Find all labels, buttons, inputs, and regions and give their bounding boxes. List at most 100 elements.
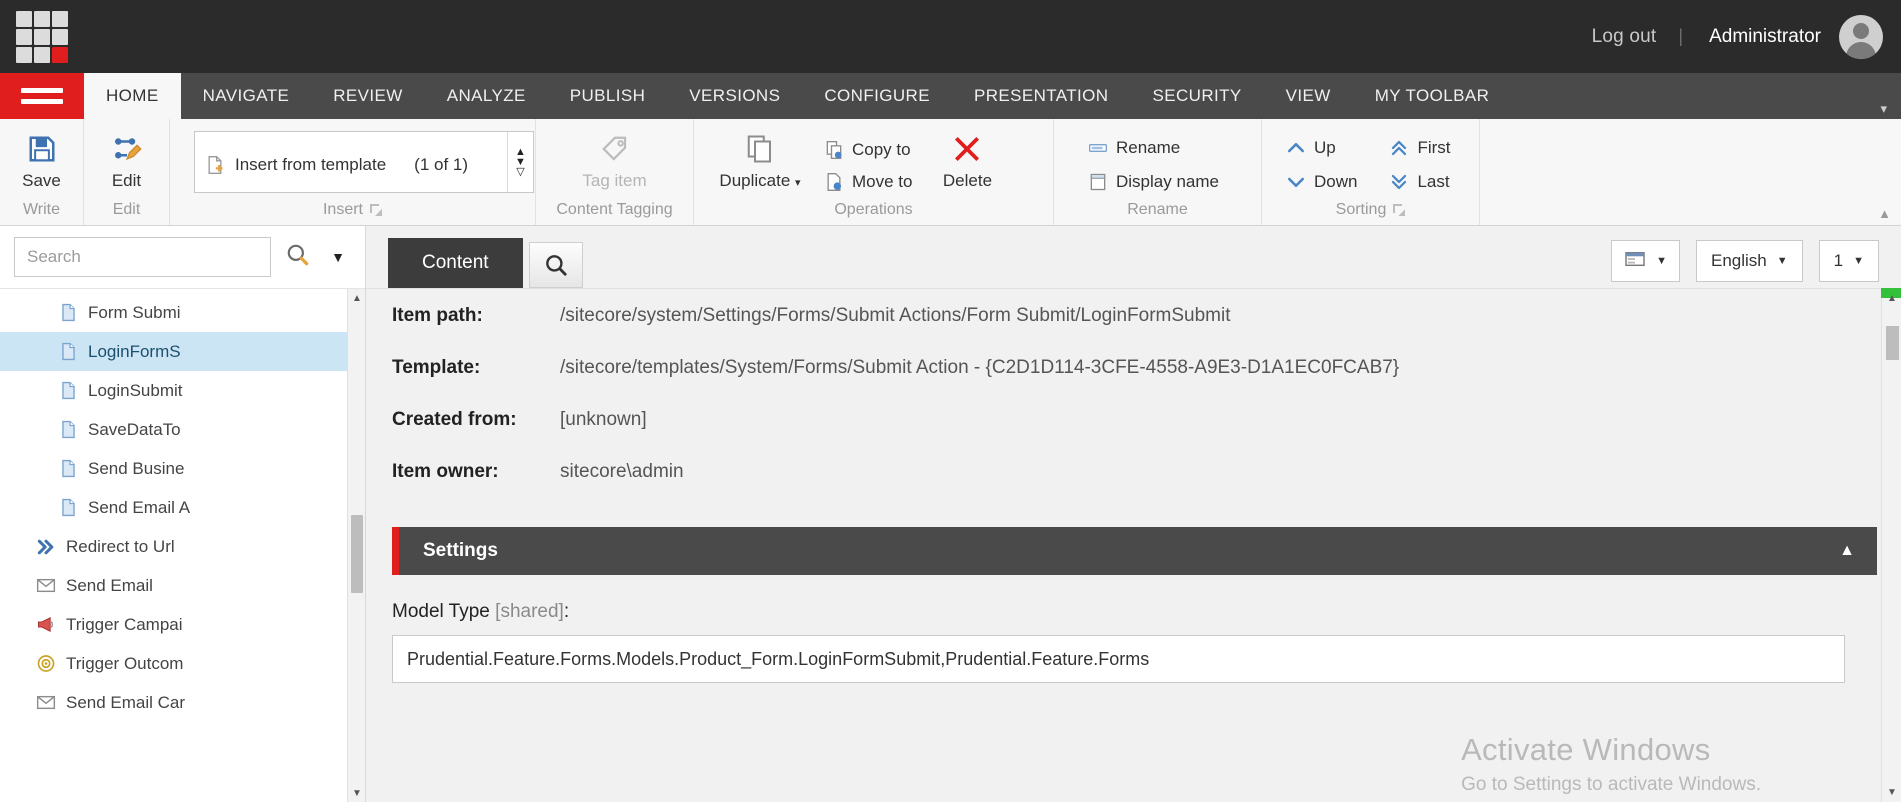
tab-review[interactable]: REVIEW <box>311 73 424 119</box>
search-options-chevron-down-icon[interactable]: ▼ <box>325 249 351 265</box>
sorting-dialog-launcher-icon[interactable] <box>1393 204 1405 216</box>
tag-item-button[interactable]: Tag item <box>572 129 656 195</box>
content-pane-scrollbar[interactable]: ▲ ▼ <box>1881 288 1901 802</box>
avatar[interactable] <box>1839 14 1883 59</box>
tree-item-trigger-campaign[interactable]: Trigger Campai <box>0 605 365 644</box>
settings-section-header[interactable]: Settings ▲ <box>392 527 1877 575</box>
logo-cell <box>34 46 50 63</box>
search-icon[interactable] <box>285 242 311 273</box>
model-type-colon: : <box>563 601 570 622</box>
tree-item-savedatato[interactable]: SaveDataTo <box>0 410 365 449</box>
sort-first-button[interactable]: First <box>1389 135 1458 161</box>
tree-item-send-email-car[interactable]: Send Email Car <box>0 683 365 722</box>
sort-first-label: First <box>1417 138 1451 157</box>
tab-versions[interactable]: VERSIONS <box>667 73 802 119</box>
sorting-group-label: Sorting <box>1262 201 1479 221</box>
logo-cell-accent <box>52 46 68 63</box>
tab-navigate[interactable]: NAVIGATE <box>181 73 312 119</box>
language-chevron-down-icon[interactable]: ▼ <box>1777 255 1788 267</box>
tree-item-send-email[interactable]: Send Email <box>0 566 365 605</box>
tree-scroll-up-icon[interactable]: ▲ <box>348 289 365 307</box>
document-icon <box>58 420 78 440</box>
copy-to-icon <box>824 140 844 160</box>
tab-content[interactable]: Content <box>388 238 523 288</box>
tag-item-label: Tag item <box>582 171 647 190</box>
field-value: sitecore\admin <box>560 461 684 482</box>
version-selector[interactable]: 1 ▼ <box>1818 240 1879 282</box>
sort-last-button[interactable]: Last <box>1389 169 1458 195</box>
tree-item-redirect-to-url[interactable]: Redirect to Url <box>0 527 365 566</box>
tree-scroll-thumb[interactable] <box>351 515 363 593</box>
document-icon <box>58 498 78 518</box>
insert-template-icon <box>205 155 225 175</box>
administrator-label[interactable]: Administrator <box>1687 26 1839 48</box>
insert-group-label: Insert <box>170 201 535 221</box>
insert-spinner[interactable]: ▲ ▼ ▽ <box>507 132 533 192</box>
tab-home[interactable]: HOME <box>84 73 181 119</box>
insert-from-template-row[interactable]: Insert from template (1 of 1) <box>195 132 507 192</box>
chevron-down-icon[interactable]: ▾ <box>1880 101 1887 117</box>
tree-item-loginformsubmit[interactable]: LoginFormS <box>0 332 365 371</box>
delete-button[interactable]: Delete <box>924 129 1010 195</box>
model-type-input[interactable] <box>392 635 1845 683</box>
tab-configure[interactable]: CONFIGURE <box>802 73 952 119</box>
duplicate-caret-icon[interactable]: ▾ <box>795 177 801 189</box>
view-selector-chevron-down-icon[interactable]: ▼ <box>1656 255 1667 267</box>
display-name-icon <box>1088 172 1108 192</box>
menu-icon[interactable] <box>0 73 84 119</box>
tree-search-bar: ▼ <box>0 226 365 288</box>
insert-from-template-control[interactable]: Insert from template (1 of 1) ▲ ▼ ▽ <box>194 131 534 193</box>
tag-icon <box>599 133 631 165</box>
save-button[interactable]: Save <box>10 129 74 195</box>
content-search-button[interactable] <box>528 242 583 288</box>
tree-item-send-business[interactable]: Send Busine <box>0 449 365 488</box>
pane-scroll-up-icon[interactable]: ▲ <box>1882 288 1901 308</box>
spinner-last-icon[interactable]: ▽ <box>516 166 524 177</box>
sitecore-logo[interactable] <box>16 10 68 63</box>
tab-my-toolbar[interactable]: MY TOOLBAR <box>1353 73 1512 119</box>
duplicate-button[interactable]: Duplicate ▾ <box>708 129 812 195</box>
field-value: /sitecore/templates/System/Forms/Submit … <box>560 357 1400 378</box>
rename-label: Rename <box>1116 138 1181 157</box>
tree-scrollbar[interactable]: ▲ ▼ <box>347 289 365 802</box>
double-chevron-down-icon <box>1389 172 1409 192</box>
logout-link[interactable]: Log out <box>1574 26 1675 48</box>
tree-item-label: SaveDataTo <box>88 419 181 439</box>
edit-button[interactable]: Edit <box>95 129 159 195</box>
rename-button[interactable]: Rename <box>1080 135 1188 161</box>
campaign-icon <box>36 615 56 635</box>
copy-to-button[interactable]: Copy to <box>816 137 920 163</box>
save-label: Save <box>22 171 61 190</box>
move-to-button[interactable]: Move to <box>816 169 920 195</box>
insert-dialog-launcher-icon[interactable] <box>370 204 382 216</box>
tree-item-form-submit[interactable]: Form Submi <box>0 293 365 332</box>
hamburger-line <box>21 99 63 104</box>
tree-item-trigger-outcome[interactable]: Trigger Outcom <box>0 644 365 683</box>
display-name-label: Display name <box>1116 172 1219 191</box>
display-name-button[interactable]: Display name <box>1080 169 1227 195</box>
view-selector[interactable]: ▼ <box>1611 240 1680 282</box>
double-chevron-up-icon <box>1389 138 1409 158</box>
tab-view[interactable]: VIEW <box>1264 73 1353 119</box>
tree-item-loginsubmit[interactable]: LoginSubmit <box>0 371 365 410</box>
document-icon <box>58 342 78 362</box>
chevron-down-icon <box>1286 172 1306 192</box>
tab-security[interactable]: SECURITY <box>1131 73 1264 119</box>
tab-publish[interactable]: PUBLISH <box>548 73 668 119</box>
pane-scroll-down-icon[interactable]: ▼ <box>1882 782 1901 802</box>
chevron-up-icon[interactable]: ▲ <box>1839 542 1855 560</box>
ribbon-collapse-icon[interactable]: ▲ <box>1878 206 1891 221</box>
field-item-owner: Item owner: sitecore\admin <box>366 461 1901 513</box>
pane-scroll-thumb[interactable] <box>1886 326 1899 360</box>
field-item-path: Item path: /sitecore/system/Settings/For… <box>366 305 1901 357</box>
tree-scroll-down-icon[interactable]: ▼ <box>348 784 365 802</box>
version-chevron-down-icon[interactable]: ▼ <box>1853 255 1864 267</box>
tree-item-send-email-a[interactable]: Send Email A <box>0 488 365 527</box>
language-selector[interactable]: English ▼ <box>1695 240 1803 282</box>
logo-cell <box>16 28 32 45</box>
tab-analyze[interactable]: ANALYZE <box>425 73 548 119</box>
sort-down-button[interactable]: Down <box>1286 169 1365 195</box>
tab-presentation[interactable]: PRESENTATION <box>952 73 1131 119</box>
search-input[interactable] <box>14 237 272 277</box>
sort-up-button[interactable]: Up <box>1286 135 1365 161</box>
